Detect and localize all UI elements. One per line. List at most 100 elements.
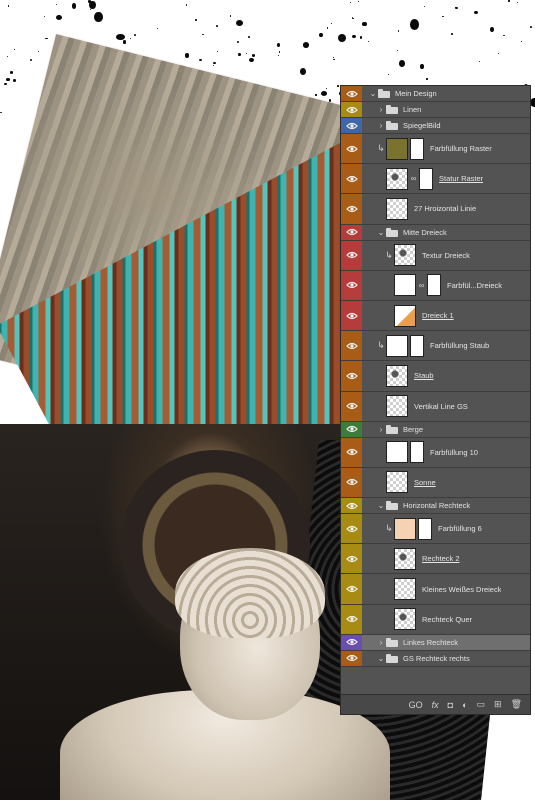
ink-splat	[300, 67, 307, 75]
layer-row[interactable]: ⌄ GS Rechteck rechts	[341, 650, 530, 667]
visibility-eye-icon[interactable]	[341, 604, 362, 634]
layers-panel[interactable]: ⌄ Mein Design › Linen › SpiegelBild ↳ Farbfüllu…	[340, 85, 531, 715]
ink-splat	[451, 33, 454, 35]
visibility-eye-icon[interactable]	[341, 194, 362, 224]
visibility-eye-icon[interactable]	[341, 240, 362, 270]
visibility-eye-icon[interactable]	[341, 224, 362, 240]
layer-row[interactable]: Sonne	[341, 467, 530, 499]
visibility-eye-icon[interactable]	[341, 544, 362, 574]
ink-splat	[426, 78, 428, 80]
ink-splat	[247, 36, 250, 38]
layer-thumbnail[interactable]	[394, 244, 416, 267]
layer-row[interactable]: › SpiegelBild	[341, 118, 530, 134]
adjustment-icon[interactable]: ◐	[462, 700, 467, 710]
visibility-eye-icon[interactable]	[341, 102, 362, 117]
layer-row[interactable]: Staub	[341, 361, 530, 392]
visibility-eye-icon[interactable]	[341, 514, 362, 544]
layer-row[interactable]: › Berge	[341, 421, 530, 438]
clipping-mask-icon: ↳	[385, 523, 393, 534]
folder-icon	[386, 653, 398, 663]
visibility-eye-icon[interactable]	[341, 86, 362, 101]
layer-thumbnail[interactable]	[394, 517, 416, 540]
layer-thumbnail[interactable]	[394, 608, 416, 631]
visibility-eye-icon[interactable]	[341, 421, 362, 437]
chevron-right-icon[interactable]: ›	[376, 425, 386, 434]
layer-row[interactable]: ↳ Farbfüllung 6	[341, 514, 530, 545]
layer-row[interactable]: Vertikal Line GS	[341, 391, 530, 422]
visibility-eye-icon[interactable]	[341, 270, 362, 300]
fx-icon[interactable]: fx	[432, 700, 439, 710]
chevron-right-icon[interactable]: ›	[376, 121, 386, 130]
ink-splat	[276, 43, 281, 48]
new-group-icon[interactable]: ▭	[477, 699, 486, 710]
layer-mask-thumbnail[interactable]	[410, 441, 424, 464]
visibility-eye-icon[interactable]	[341, 164, 362, 194]
layer-thumbnail[interactable]	[386, 471, 408, 494]
layer-thumbnail[interactable]	[386, 441, 408, 464]
add-mask-icon[interactable]: ◘	[448, 700, 453, 710]
layer-mask-thumbnail[interactable]	[427, 274, 441, 297]
layer-row[interactable]: Rechteck 2	[341, 544, 530, 575]
layer-name: Farbfüllung Raster	[430, 144, 492, 154]
layer-name: Dreieck 1	[422, 311, 454, 321]
new-layer-icon[interactable]: ⊞	[494, 699, 502, 710]
delete-icon[interactable]: 🗑	[511, 699, 522, 710]
chevron-down-icon[interactable]: ⌄	[368, 89, 378, 98]
layer-row[interactable]: Rechteck Quer	[341, 604, 530, 635]
chevron-down-icon[interactable]: ⌄	[376, 654, 386, 663]
visibility-eye-icon[interactable]	[341, 634, 362, 650]
visibility-eye-icon[interactable]	[341, 118, 362, 133]
layer-row[interactable]: Farbfüllung 10	[341, 437, 530, 468]
layer-row[interactable]: 27 Hroizontal Linie	[341, 194, 530, 225]
visibility-eye-icon[interactable]	[341, 391, 362, 421]
visibility-eye-icon[interactable]	[341, 134, 362, 164]
layer-row[interactable]: › Linen	[341, 102, 530, 118]
layer-row[interactable]: Dreieck 1	[341, 300, 530, 332]
visibility-eye-icon[interactable]	[341, 650, 362, 666]
layer-row[interactable]: › Linkes Rechteck	[341, 634, 530, 651]
layer-name: Horizontal Rechteck	[403, 501, 471, 511]
layer-thumbnail[interactable]	[394, 304, 416, 327]
layer-mask-thumbnail[interactable]	[418, 517, 432, 540]
visibility-eye-icon[interactable]	[341, 361, 362, 391]
link-icon[interactable]: GO	[409, 700, 423, 710]
visibility-eye-icon[interactable]	[341, 467, 362, 498]
chevron-right-icon[interactable]: ›	[376, 105, 386, 114]
layer-thumbnail[interactable]	[386, 137, 408, 160]
layer-mask-thumbnail[interactable]	[410, 137, 424, 160]
layer-row[interactable]: Kleines Weißes Dreieck	[341, 574, 530, 605]
layer-row[interactable]: ⌄ Mitte Dreieck	[341, 224, 530, 241]
chevron-down-icon[interactable]: ⌄	[376, 501, 386, 510]
layer-thumbnail[interactable]	[386, 395, 408, 418]
layer-row[interactable]: ↳ Farbfüllung Staub	[341, 331, 530, 362]
link-icon[interactable]: ∞	[410, 174, 417, 183]
layer-row[interactable]: ↳ Farbfüllung Raster	[341, 134, 530, 165]
visibility-eye-icon[interactable]	[341, 498, 362, 514]
folder-icon	[386, 424, 398, 434]
link-icon[interactable]: ∞	[418, 281, 425, 290]
layer-row[interactable]: ∞ Farbfül...Dreieck	[341, 270, 530, 301]
layer-thumbnail[interactable]	[394, 547, 416, 570]
layer-name: Rechteck 2	[422, 554, 460, 564]
layer-thumbnail[interactable]	[386, 167, 408, 190]
visibility-eye-icon[interactable]	[341, 300, 362, 331]
layer-thumbnail[interactable]	[394, 578, 416, 601]
layer-row[interactable]: ↳ Textur Dreieck	[341, 240, 530, 271]
layer-name: Berge	[403, 424, 424, 434]
layer-row[interactable]: ⌄ Mein Design	[341, 86, 530, 102]
layer-thumbnail[interactable]	[394, 274, 416, 297]
ink-splat	[236, 40, 239, 43]
visibility-eye-icon[interactable]	[341, 437, 362, 467]
layer-thumbnail[interactable]	[386, 197, 408, 220]
layer-name: Statur Raster	[439, 174, 484, 184]
layer-mask-thumbnail[interactable]	[419, 167, 433, 190]
chevron-right-icon[interactable]: ›	[376, 638, 386, 647]
layer-row[interactable]: ⌄ Horizontal Rechteck	[341, 498, 530, 515]
layer-thumbnail[interactable]	[386, 334, 408, 357]
visibility-eye-icon[interactable]	[341, 331, 362, 361]
layer-mask-thumbnail[interactable]	[410, 334, 424, 357]
chevron-down-icon[interactable]: ⌄	[376, 228, 386, 237]
layer-thumbnail[interactable]	[386, 364, 408, 387]
layer-row[interactable]: ∞ Statur Raster	[341, 164, 530, 195]
visibility-eye-icon[interactable]	[341, 574, 362, 604]
